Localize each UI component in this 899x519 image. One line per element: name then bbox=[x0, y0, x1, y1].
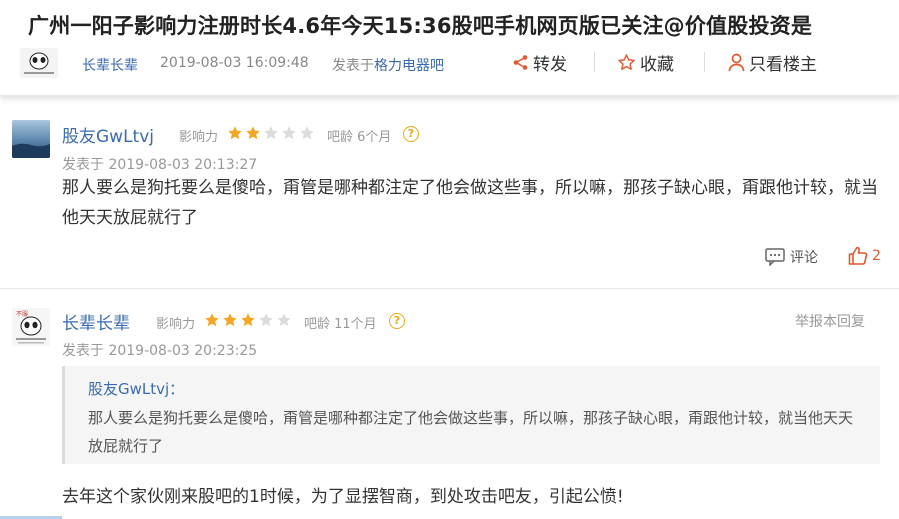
star-filled-icon bbox=[241, 313, 255, 327]
forum-link[interactable]: 格力电器吧 bbox=[374, 58, 444, 74]
reply-time: 发表于 2019-08-03 20:13:27 bbox=[62, 157, 258, 173]
star-empty-icon bbox=[300, 126, 314, 140]
like-count: 2 bbox=[872, 247, 881, 264]
star-empty-icon bbox=[259, 313, 273, 327]
quoted-reply: 股友GwLtvj： 那人要么是狗托要么是傻哈，甭管是哪种都注定了他会做这些事，所… bbox=[62, 366, 880, 464]
influence-stars bbox=[227, 125, 317, 141]
host-only-button[interactable]: 只看楼主 bbox=[728, 50, 817, 75]
reply-item: 不服 长辈长辈 影响力 吧龄 11个月 ? 举报本回复 发表于 2019-08-… bbox=[0, 296, 899, 519]
post-time: 2019-08-03 16:09:48 bbox=[160, 55, 309, 71]
star-filled-icon bbox=[228, 126, 242, 140]
star-empty-icon bbox=[264, 126, 278, 140]
avatar[interactable]: 不服 bbox=[12, 308, 50, 346]
username[interactable]: 长辈长辈 bbox=[62, 309, 130, 334]
reply-content: 去年这个家伙刚来股吧的1时候，为了显摆智商，到处攻击吧友，引起公愤! bbox=[62, 487, 624, 507]
posted-in-label: 发表于 bbox=[332, 58, 374, 74]
comment-label: 评论 bbox=[790, 250, 818, 266]
favorite-button[interactable]: 收藏 bbox=[617, 50, 674, 75]
favorite-label: 收藏 bbox=[640, 55, 674, 75]
user-icon bbox=[728, 53, 745, 72]
svg-text:不服: 不服 bbox=[16, 311, 28, 318]
star-empty-icon bbox=[282, 126, 296, 140]
quote-author[interactable]: 股友GwLtvj： bbox=[88, 378, 184, 399]
divider bbox=[594, 52, 595, 72]
star-filled-icon bbox=[205, 313, 219, 327]
author-name[interactable]: 长辈长辈 bbox=[82, 55, 138, 75]
star-outline-icon bbox=[618, 54, 635, 70]
post-meta: 长辈长辈 2019-08-03 16:09:48 发表于格力电器吧 转发 收藏 … bbox=[20, 48, 880, 78]
reply-time: 发表于 2019-08-03 20:23:25 bbox=[62, 343, 258, 359]
divider bbox=[704, 52, 705, 72]
help-icon[interactable]: ? bbox=[403, 126, 419, 142]
avatar[interactable] bbox=[20, 48, 58, 78]
post-header: 广州一阳子影响力注册时长4.6年今天15:36股吧手机网页版已关注@价值股投资是… bbox=[0, 0, 899, 96]
star-filled-icon bbox=[246, 126, 260, 140]
forum-age: 吧龄 11个月 bbox=[304, 317, 377, 332]
reply-content: 那人要么是狗托要么是傻哈，甭管是哪种都注定了他会做这些事，所以嘛，那孩子缺心眼，… bbox=[62, 178, 878, 228]
star-empty-icon bbox=[277, 313, 291, 327]
thumbs-up-icon bbox=[848, 246, 868, 265]
forum-age: 吧龄 6个月 bbox=[327, 130, 392, 145]
comment-button[interactable]: 评论 bbox=[765, 247, 818, 267]
share-label: 转发 bbox=[533, 55, 567, 75]
host-only-label: 只看楼主 bbox=[749, 55, 817, 75]
report-link[interactable]: 举报本回复 bbox=[795, 311, 865, 331]
star-filled-icon bbox=[223, 313, 237, 327]
like-button[interactable]: 2 bbox=[848, 246, 881, 265]
share-icon bbox=[513, 55, 528, 70]
post-title: 广州一阳子影响力注册时长4.6年今天15:36股吧手机网页版已关注@价值股投资是 bbox=[28, 14, 813, 38]
help-icon[interactable]: ? bbox=[389, 313, 405, 329]
reply-item: 股友GwLtvj 影响力 吧龄 6个月 ? 发表于 2019-08-03 20:… bbox=[0, 112, 899, 289]
influence-stars bbox=[204, 312, 294, 328]
posted-in: 发表于格力电器吧 bbox=[332, 55, 444, 75]
share-button[interactable]: 转发 bbox=[512, 50, 567, 75]
influence-label: 影响力 bbox=[179, 130, 219, 145]
influence-label: 影响力 bbox=[156, 317, 196, 332]
avatar[interactable] bbox=[12, 120, 50, 158]
username[interactable]: 股友GwLtvj bbox=[62, 122, 154, 147]
comment-icon bbox=[765, 248, 785, 266]
quote-text: 那人要么是狗托要么是傻哈，甭管是哪种都注定了他会做这些事，所以嘛，那孩子缺心眼，… bbox=[88, 409, 854, 455]
divider bbox=[0, 288, 899, 289]
